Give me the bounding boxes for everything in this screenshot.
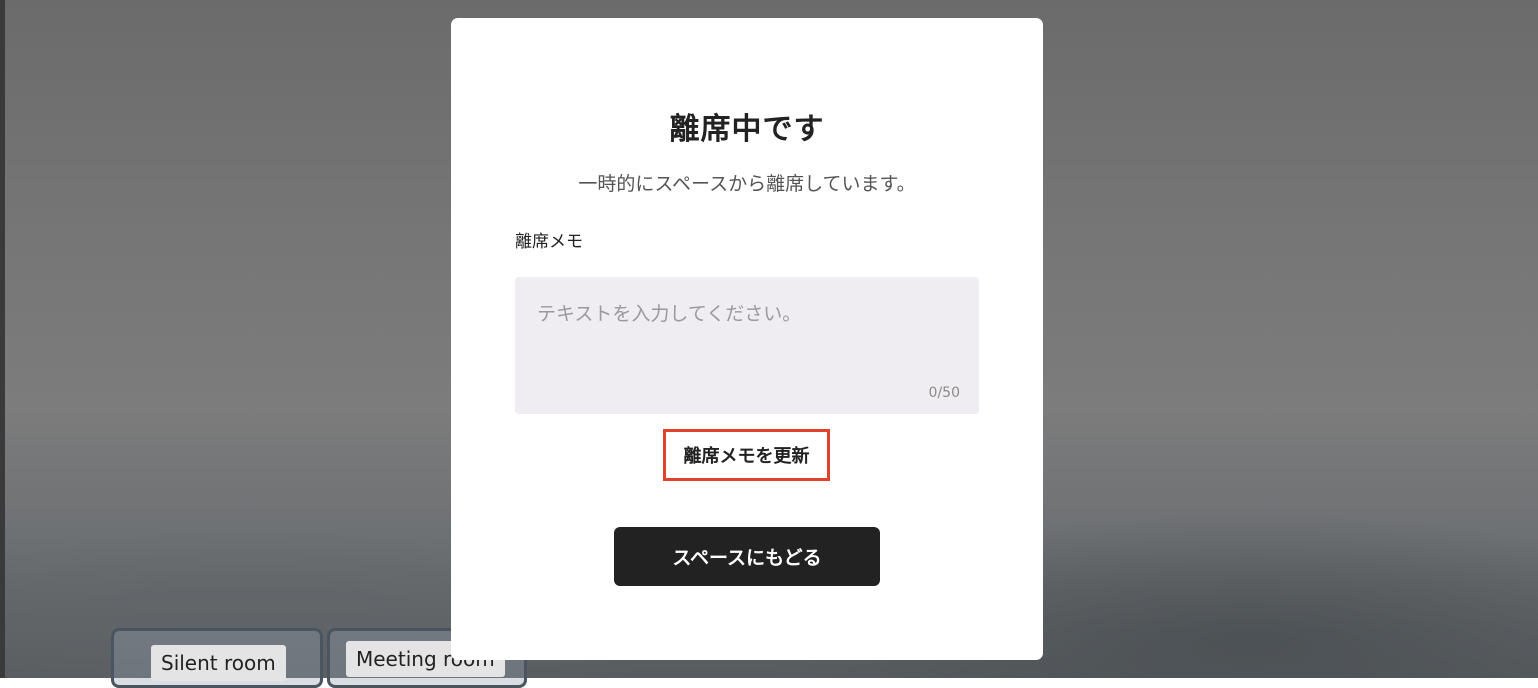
modal-title: 離席中です [669,112,825,147]
memo-char-counter: 0/50 [928,385,960,401]
room-card-silent[interactable]: Silent room [111,628,323,688]
away-modal: 離席中です 一時的にスペースから離席しています。 離席メモ 0/50 離席メモを… [451,18,1043,660]
memo-field-container: 0/50 [515,277,979,414]
window-edge [0,0,5,678]
memo-input[interactable] [515,277,979,414]
update-memo-button[interactable]: 離席メモを更新 [663,429,830,481]
room-label: Silent room [151,645,286,681]
modal-subtitle: 一時的にスペースから離席しています。 [578,173,916,195]
return-to-space-button[interactable]: スペースにもどる [614,527,880,586]
memo-label: 離席メモ [515,232,583,252]
